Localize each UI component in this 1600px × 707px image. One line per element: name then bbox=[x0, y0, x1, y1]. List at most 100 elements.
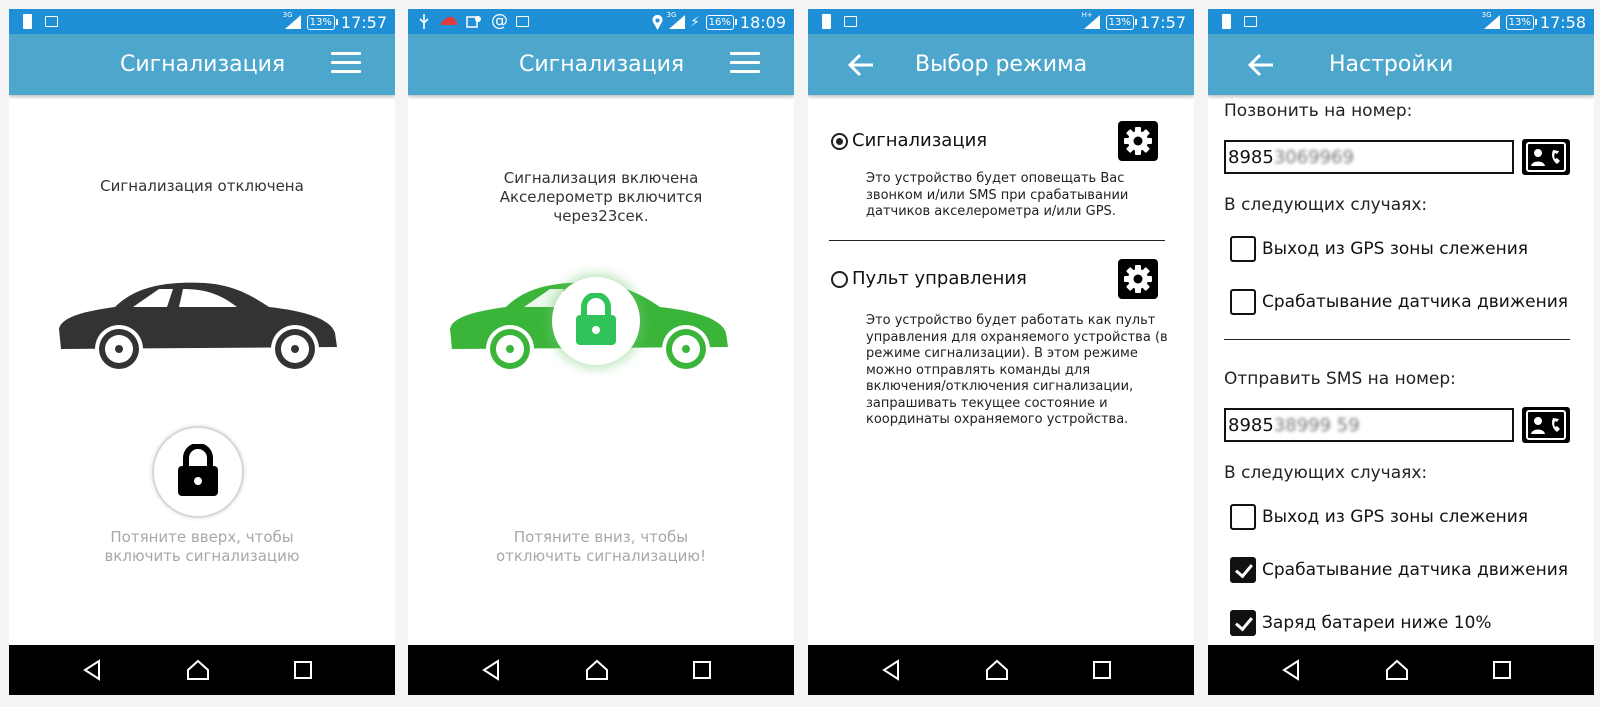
battery-alert-icon bbox=[822, 14, 831, 29]
radio-remote-mode[interactable] bbox=[831, 271, 848, 288]
page-title: Сигнализация bbox=[519, 52, 685, 77]
call-gps-zone-label[interactable]: Выход из GPS зоны слежения bbox=[1262, 239, 1528, 259]
radio-alarm-mode[interactable] bbox=[831, 133, 848, 150]
nav-bar bbox=[9, 645, 395, 695]
pick-contact-button[interactable] bbox=[1522, 139, 1570, 175]
nav-bar bbox=[1208, 645, 1594, 695]
battery-level: 16% bbox=[705, 14, 738, 30]
call-motion-label[interactable]: Срабатывание датчика движения bbox=[1262, 292, 1568, 312]
number-prefix: 8985 bbox=[1228, 415, 1274, 436]
hint-line-1: Потяните вниз, чтобы bbox=[513, 528, 689, 546]
home-nav-icon[interactable] bbox=[985, 658, 1009, 682]
screen-settings: 3G 13% 17:58 Настройки Позвонить на номе… bbox=[1208, 9, 1594, 695]
number-hidden: 38999 59 bbox=[1273, 415, 1360, 436]
toolbar: Сигнализация bbox=[408, 34, 794, 95]
sms-battery-checkbox[interactable] bbox=[1230, 610, 1256, 636]
home-nav-icon[interactable] bbox=[1385, 658, 1409, 682]
car-image bbox=[59, 282, 337, 373]
call-cases-label: В следующих случаях: bbox=[1224, 195, 1428, 215]
home-nav-icon[interactable] bbox=[585, 658, 609, 682]
screen-alarm-off: 3G 13% 17:57 Сигнализация Сигнализация о… bbox=[9, 9, 395, 695]
battery-level: 13% bbox=[1505, 14, 1538, 30]
nav-bar bbox=[808, 645, 1194, 695]
number-prefix: 8985 bbox=[1228, 147, 1274, 168]
gear-icon bbox=[1124, 265, 1152, 293]
lock-slider-button[interactable] bbox=[152, 426, 244, 518]
sms-number-label: Отправить SMS на номер: bbox=[1224, 369, 1456, 389]
desc-line: Это устройство будет работать как пульт bbox=[866, 313, 1156, 328]
desc-line: включения/отключения сигнализации, bbox=[866, 379, 1134, 394]
recent-apps-icon[interactable] bbox=[1090, 658, 1114, 682]
image-icon bbox=[844, 16, 857, 27]
option-label-remote[interactable]: Пульт управления bbox=[852, 268, 1027, 289]
back-nav-icon[interactable] bbox=[480, 658, 504, 682]
settings-scroll-area[interactable]: Позвонить на номер: 89853069969 В следую… bbox=[1208, 95, 1594, 645]
call-gps-zone-checkbox[interactable] bbox=[1230, 236, 1256, 262]
recent-apps-icon[interactable] bbox=[690, 658, 714, 682]
sms-number-input[interactable]: 898538999 59 bbox=[1224, 408, 1514, 442]
email-icon: @ bbox=[491, 11, 508, 31]
desc-line: запрашивать текущее состояние и bbox=[866, 395, 1108, 411]
lock-icon bbox=[178, 444, 218, 496]
menu-icon[interactable] bbox=[730, 52, 760, 76]
desc-line: Это устройство будет оповещать Вас bbox=[866, 171, 1125, 186]
desc-line: датчиков акселерометра и/или GPS. bbox=[866, 204, 1116, 219]
sms-gps-zone-checkbox[interactable] bbox=[1230, 504, 1256, 530]
contact-phone-icon bbox=[1526, 410, 1566, 440]
back-nav-icon[interactable] bbox=[81, 658, 105, 682]
sms-battery-label[interactable]: Заряд батареи ниже 10% bbox=[1262, 613, 1492, 633]
sms-motion-label[interactable]: Срабатывание датчика движения bbox=[1262, 560, 1568, 580]
lock-slider-button[interactable] bbox=[552, 277, 640, 365]
divider bbox=[1224, 339, 1570, 340]
contact-phone-icon bbox=[1526, 142, 1566, 172]
usb-icon bbox=[419, 14, 429, 29]
number-hidden: 3069969 bbox=[1273, 147, 1354, 168]
back-arrow-icon[interactable] bbox=[846, 50, 876, 80]
signal-icon: 3G bbox=[1482, 11, 1500, 29]
alarm-status-text: Сигнализация включена Акселерометр включ… bbox=[408, 169, 794, 226]
image-icon bbox=[45, 16, 58, 27]
option-label-alarm[interactable]: Сигнализация bbox=[852, 130, 987, 151]
recent-apps-icon[interactable] bbox=[291, 658, 315, 682]
sms-gps-zone-label[interactable]: Выход из GPS зоны слежения bbox=[1262, 507, 1528, 527]
status-bar: H+ 13% 17:57 bbox=[808, 9, 1194, 34]
signal-icon: 3G bbox=[667, 11, 685, 29]
hint-line-2: включить сигнализацию bbox=[104, 547, 300, 565]
alarm-mode-description: Это устройство будет оповещать Вас звонк… bbox=[866, 171, 1166, 221]
charging-icon: ⚡ bbox=[690, 14, 700, 30]
image-icon bbox=[516, 16, 529, 27]
alarm-settings-button[interactable] bbox=[1118, 121, 1158, 161]
screen-mode-select: H+ 13% 17:57 Выбор режима Сигнализация Э… bbox=[808, 9, 1194, 695]
nav-bar bbox=[408, 645, 794, 695]
toolbar: Выбор режима bbox=[808, 34, 1194, 95]
clock: 17:57 bbox=[1139, 12, 1186, 32]
home-nav-icon[interactable] bbox=[186, 658, 210, 682]
call-number-input[interactable]: 89853069969 bbox=[1224, 140, 1514, 174]
status-line-2: Акселерометр включится bbox=[499, 188, 703, 206]
menu-icon[interactable] bbox=[331, 52, 361, 76]
call-motion-checkbox[interactable] bbox=[1230, 289, 1256, 315]
hint-text: Потяните вниз, чтобы отключить сигнализа… bbox=[408, 528, 794, 566]
status-bar: 3G 13% 17:58 bbox=[1208, 9, 1594, 34]
location-icon bbox=[652, 14, 662, 30]
divider bbox=[829, 240, 1165, 241]
back-nav-icon[interactable] bbox=[1280, 658, 1304, 682]
desc-line: можно отправлять команды для bbox=[866, 362, 1091, 378]
toolbar: Настройки bbox=[1208, 34, 1594, 95]
back-nav-icon[interactable] bbox=[880, 658, 904, 682]
pick-sms-contact-button[interactable] bbox=[1522, 407, 1570, 443]
remote-settings-button[interactable] bbox=[1118, 259, 1158, 299]
page-title: Сигнализация bbox=[120, 52, 286, 77]
signal-icon: H+ bbox=[1082, 11, 1100, 29]
desc-line: координаты охраняемого устройства. bbox=[866, 412, 1129, 427]
recent-apps-icon[interactable] bbox=[1490, 658, 1514, 682]
alarm-status-text: Сигнализация отключена bbox=[100, 177, 304, 195]
battery-alert-icon bbox=[1222, 14, 1231, 29]
clock: 17:58 bbox=[1539, 12, 1586, 32]
sms-motion-checkbox[interactable] bbox=[1230, 557, 1256, 583]
car-app-icon bbox=[441, 17, 457, 25]
gear-icon bbox=[1124, 127, 1152, 155]
battery-level: 13% bbox=[306, 14, 339, 30]
hint-text: Потяните вверх, чтобы включить сигнализа… bbox=[9, 528, 395, 566]
back-arrow-icon[interactable] bbox=[1246, 50, 1276, 80]
